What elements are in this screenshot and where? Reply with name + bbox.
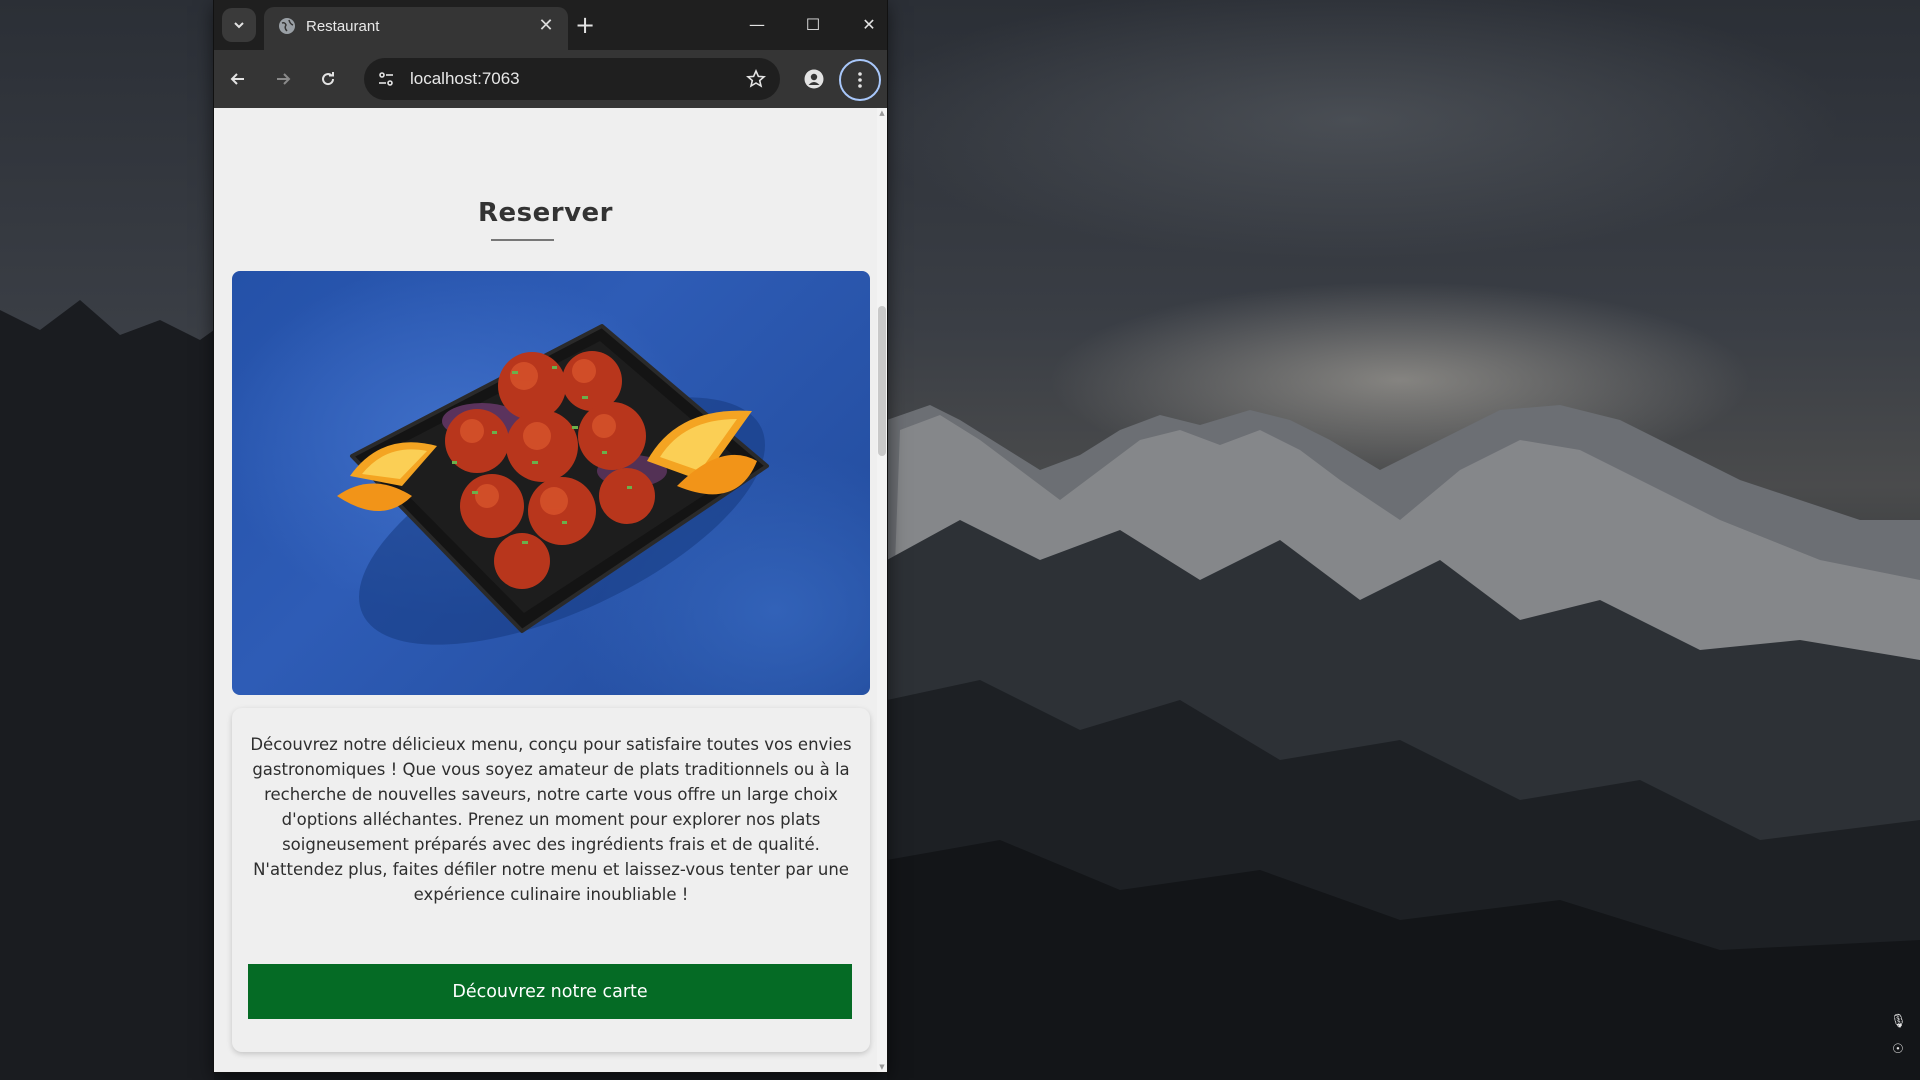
minimize-icon[interactable]: — (734, 5, 780, 45)
food-illustration (337, 324, 769, 645)
url-text[interactable]: localhost:7063 (410, 69, 520, 89)
browser-window: Restaurant ✕ + — ☐ ✕ localhost:7063 Rese… (214, 0, 887, 1072)
menu-description: Découvrez notre délicieux menu, conçu po… (250, 735, 852, 904)
accessibility-icon[interactable]: ☉ (1890, 1042, 1906, 1058)
title-underline (491, 239, 554, 241)
scroll-up-icon[interactable]: ▲ (878, 108, 886, 118)
page-title: Reserver (478, 198, 613, 228)
scrollbar[interactable]: ▲ ▼ (877, 108, 887, 1072)
address-bar[interactable]: localhost:7063 (364, 58, 780, 100)
browser-toolbar: localhost:7063 (214, 50, 887, 108)
menu-intro-card: Découvrez notre délicieux menu, conçu po… (232, 708, 870, 1052)
scrollbar-thumb[interactable] (878, 306, 886, 456)
more-vert-icon[interactable] (839, 59, 881, 101)
scroll-down-icon[interactable]: ▼ (878, 1062, 886, 1072)
close-icon[interactable]: ✕ (536, 16, 556, 36)
close-icon[interactable]: ✕ (846, 5, 892, 45)
tab-strip: Restaurant ✕ + — ☐ ✕ (214, 0, 887, 50)
discover-menu-button[interactable]: Découvrez notre carte (248, 964, 852, 1019)
globe-icon (278, 17, 296, 35)
tab-title: Restaurant (306, 18, 380, 35)
maximize-icon[interactable]: ☐ (790, 5, 836, 45)
plus-icon[interactable]: + (569, 9, 601, 41)
reload-icon[interactable] (312, 63, 344, 95)
tune-icon[interactable] (374, 67, 398, 91)
page-viewport[interactable]: Reserver Découvrez notre délicieux menu,… (214, 108, 887, 1072)
star-icon[interactable] (744, 67, 768, 91)
microphone-icon[interactable]: 🎙 (1890, 1014, 1907, 1030)
person-icon[interactable] (798, 63, 830, 95)
tab-restaurant[interactable]: Restaurant ✕ (264, 7, 568, 50)
dish-photo (232, 271, 870, 695)
arrow-right-icon[interactable] (267, 63, 299, 95)
chevron-down-icon[interactable] (222, 8, 256, 42)
arrow-left-icon[interactable] (222, 63, 254, 95)
